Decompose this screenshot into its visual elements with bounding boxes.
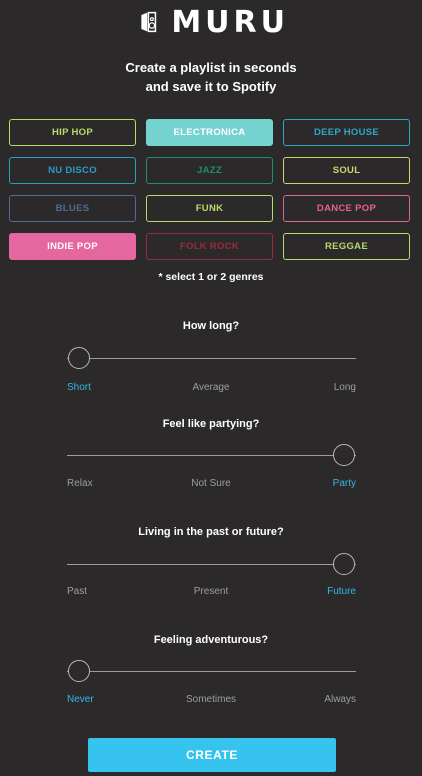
question-title-feel-like-partying: Feel like partying? — [162, 418, 260, 430]
genre-button-hip-hop[interactable]: HIP HOP — [9, 119, 136, 146]
tagline-line-1: Create a playlist in seconds — [125, 60, 297, 75]
app-name: MURU — [171, 4, 289, 40]
logo: MURU — [139, 4, 289, 40]
genre-button-nu-disco[interactable]: NU DISCO — [9, 157, 136, 184]
question-title-feeling-adventurous: Feeling adventurous? — [153, 634, 269, 646]
slider-option-not-sure[interactable]: Not Sure — [0, 478, 422, 489]
genre-selection-note: * select 1 or 2 genres — [158, 271, 264, 283]
slider-option-long[interactable]: Long — [334, 382, 356, 393]
slider-option-average[interactable]: Average — [0, 382, 422, 393]
slider-option-party[interactable]: Party — [333, 478, 356, 489]
slider-option-future[interactable]: Future — [327, 586, 356, 597]
slider-track-feel-like-partying[interactable] — [67, 455, 356, 456]
speaker-logo-icon — [141, 11, 157, 33]
app-header: MURU — [0, 0, 422, 48]
create-button[interactable]: CREATE — [88, 738, 336, 772]
question-title-how-long: How long? — [182, 320, 240, 332]
tagline-line-2: and save it to Spotify — [145, 79, 277, 94]
genre-button-blues[interactable]: BLUES — [9, 195, 136, 222]
slider-track-living-in-the-past-or-future[interactable] — [67, 564, 356, 565]
genre-button-dance-pop[interactable]: DANCE POP — [283, 195, 410, 222]
genre-button-funk[interactable]: FUNK — [146, 195, 273, 222]
question-title-living-in-the-past-or-future: Living in the past or future? — [138, 526, 284, 538]
genre-button-jazz[interactable]: JAZZ — [146, 157, 273, 184]
slider-track-how-long[interactable] — [67, 358, 356, 359]
slider-option-sometimes[interactable]: Sometimes — [0, 694, 422, 705]
slider-track-feeling-adventurous[interactable] — [67, 671, 356, 672]
slider-thumb-living-in-the-past-or-future[interactable] — [333, 553, 355, 575]
slider-thumb-feel-like-partying[interactable] — [333, 444, 355, 466]
genre-button-deep-house[interactable]: DEEP HOUSE — [283, 119, 410, 146]
slider-option-present[interactable]: Present — [0, 586, 422, 597]
slider-option-always[interactable]: Always — [324, 694, 356, 705]
genre-button-reggae[interactable]: REGGAE — [283, 233, 410, 260]
slider-thumb-feeling-adventurous[interactable] — [68, 660, 90, 682]
slider-thumb-how-long[interactable] — [68, 347, 90, 369]
genre-button-folk-rock[interactable]: FOLK ROCK — [146, 233, 273, 260]
genre-button-electronica[interactable]: ELECTRONICA — [146, 119, 273, 146]
genre-button-indie-pop[interactable]: INDIE POP — [9, 233, 136, 260]
genre-button-soul[interactable]: SOUL — [283, 157, 410, 184]
